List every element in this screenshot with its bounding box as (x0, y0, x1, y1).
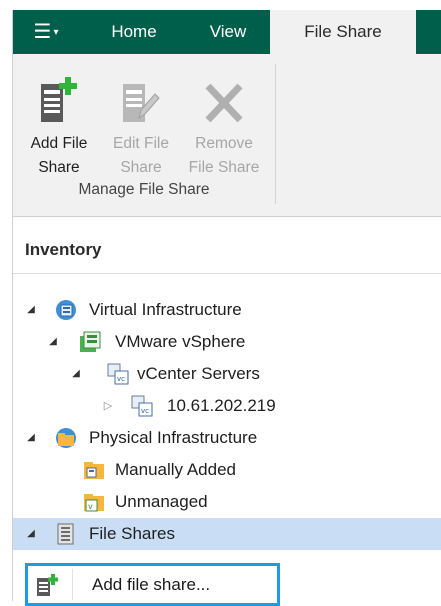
tree-node-label: VMware vSphere (115, 332, 246, 351)
add-file-share-label: Add File Share (30, 135, 88, 176)
edit-file-share-button[interactable]: Edit File Share (100, 68, 182, 186)
tab-view[interactable]: View (193, 10, 263, 54)
tree-node-label: Virtual Infrastructure (89, 300, 242, 319)
edit-file-share-label: Edit File Share (113, 135, 169, 176)
tree-node-label: File Shares (89, 524, 175, 543)
tree-node-unmanaged[interactable]: v Unmanaged (13, 486, 441, 518)
collapsed-arrow-icon[interactable]: ▷ (101, 390, 115, 422)
ribbon-group-label: Manage File Share (78, 181, 210, 198)
expanded-arrow-icon[interactable]: ◢ (24, 518, 38, 550)
physical-infrastructure-icon (56, 428, 76, 448)
svg-text:v: v (88, 502, 93, 511)
expanded-arrow-icon[interactable]: ◢ (46, 326, 60, 358)
ribbon-tab-bar: ☰ ▾ Home View File Share (13, 10, 441, 56)
expanded-arrow-icon[interactable]: ◢ (24, 422, 38, 454)
unmanaged-icon: v (84, 494, 104, 512)
tab-file-share[interactable]: File Share (270, 10, 416, 56)
edit-file-share-icon (123, 84, 160, 122)
tab-home[interactable]: Home (88, 10, 180, 54)
ribbon-panel: Add File Share Edit File Share Remove Fi… (13, 54, 441, 217)
ribbon-group-separator (275, 64, 276, 204)
remove-file-share-label: Remove File Share (188, 135, 260, 176)
tree-node-vcenter-servers[interactable]: ◢ vc vCenter Servers (13, 358, 441, 390)
veeam-console-window: ☰▾ Home View File Share Add File Share (12, 10, 441, 606)
vmware-vsphere-icon (80, 331, 101, 352)
file-shares-icon (57, 523, 74, 545)
tree-node-manually-added[interactable]: Manually Added (13, 454, 441, 486)
add-file-share-button[interactable]: Add File Share (18, 68, 100, 186)
svg-text:vc: vc (117, 375, 125, 383)
tree-node-label: Manually Added (115, 460, 236, 479)
tree-node-label: Physical Infrastructure (89, 428, 258, 447)
inventory-title: Inventory (13, 222, 441, 274)
remove-x-icon (205, 83, 243, 123)
virtual-infrastructure-icon (56, 300, 76, 320)
tree-node-vcenter-server[interactable]: ▷ vc 10.61.202.219 (13, 390, 441, 422)
context-menu: Add file share... (25, 563, 280, 606)
tree-node-virtual-infrastructure[interactable]: ◢ Virtual Infrastructure (13, 294, 441, 326)
vcenter-server-icon: vc (131, 395, 153, 417)
expanded-arrow-icon[interactable]: ◢ (69, 358, 83, 390)
add-file-share-icon (37, 574, 58, 596)
vcenter-servers-icon: vc (107, 363, 129, 385)
context-menu-item-add-file-share[interactable]: Add file share... (28, 566, 277, 603)
expanded-arrow-icon[interactable]: ◢ (24, 294, 38, 326)
tree-node-label: vCenter Servers (137, 364, 260, 383)
tree-node-physical-infrastructure[interactable]: ◢ Physical Infrastructure (13, 422, 441, 454)
hamburger-menu-icon[interactable]: ☰ ▾ (13, 10, 79, 54)
context-menu-item-label: Add file share... (92, 575, 211, 594)
add-file-share-icon (41, 77, 77, 122)
tree-node-file-shares[interactable]: ◢ File Shares (13, 518, 441, 550)
tree-node-label: Unmanaged (115, 492, 208, 511)
svg-text:vc: vc (141, 407, 149, 415)
manually-added-icon (84, 462, 104, 479)
context-menu-separator (72, 569, 73, 600)
tree-node-vmware-vsphere[interactable]: ◢ VMware vSphere (13, 326, 441, 358)
tree-node-label: 10.61.202.219 (167, 396, 276, 415)
remove-file-share-button[interactable]: Remove File Share (183, 68, 265, 186)
